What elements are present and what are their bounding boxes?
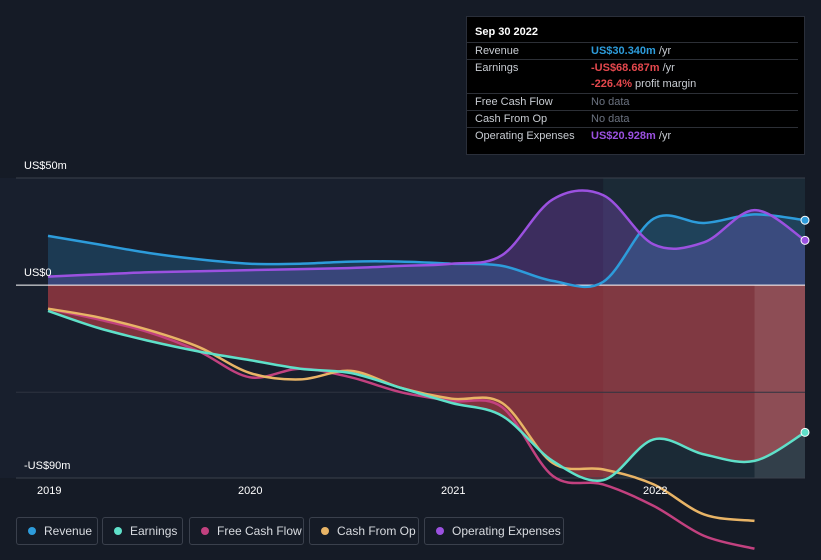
legend-label: Earnings — [130, 524, 178, 538]
tooltip-value-wrap: -US$68.687m /yr — [591, 62, 675, 74]
tooltip-value: No data — [591, 96, 630, 108]
operating-expenses-end-marker — [800, 235, 810, 245]
legend-earnings[interactable]: Earnings — [102, 517, 183, 545]
free-cash-flow-dot-icon — [201, 527, 209, 535]
legend-label: Revenue — [44, 524, 93, 538]
x-tick-2021: 2021 — [441, 485, 466, 497]
legend-label: Free Cash Flow — [217, 524, 302, 538]
tooltip-label: Revenue — [475, 45, 520, 57]
y-axis-zero-label: US$0 — [24, 267, 52, 279]
y-axis-bottom-label: -US$90m — [24, 460, 71, 472]
tooltip-value: -226.4% — [591, 78, 632, 90]
x-tick-2022: 2022 — [643, 485, 668, 497]
tooltip-unit: /yr — [658, 130, 672, 142]
tooltip-value: US$20.928m — [591, 130, 656, 142]
tooltip-date: Sep 30 2022 — [475, 26, 538, 38]
tooltip-unit: /yr — [658, 45, 672, 57]
tooltip-value: -US$68.687m — [591, 62, 660, 74]
tooltip-value-wrap: US$20.928m /yr — [591, 130, 671, 142]
tooltip-panel: Sep 30 2022 Revenue US$30.340m /yr Earni… — [466, 16, 805, 155]
legend-free-cash-flow[interactable]: Free Cash Flow — [189, 517, 304, 545]
y-axis-top-label: US$50m — [24, 160, 67, 172]
tooltip-row-fcf: Free Cash Flow No data — [467, 93, 798, 111]
revenue-end-marker — [800, 215, 810, 225]
x-tick-2019: 2019 — [37, 485, 62, 497]
tooltip-unit: /yr — [662, 62, 675, 74]
tooltip-value-wrap: US$30.340m /yr — [591, 45, 671, 57]
tooltip-row-earnings: Earnings -US$68.687m /yr — [467, 59, 798, 77]
legend-label: Cash From Op — [337, 524, 416, 538]
tooltip-label: Free Cash Flow — [475, 96, 553, 108]
revenue-dot-icon — [28, 527, 36, 535]
cash-from-op-dot-icon — [321, 527, 329, 535]
legend-operating-expenses[interactable]: Operating Expenses — [424, 517, 564, 545]
tooltip-label: Cash From Op — [475, 113, 548, 125]
tooltip-unit: profit margin — [635, 78, 697, 90]
tooltip-value: No data — [591, 113, 630, 125]
tooltip-label: Operating Expenses — [475, 130, 575, 142]
x-tick-2020: 2020 — [238, 485, 263, 497]
earnings-dot-icon — [114, 527, 122, 535]
tooltip-row-cfo: Cash From Op No data — [467, 110, 798, 128]
tooltip-row-margin: -226.4% profit margin — [467, 76, 798, 93]
legend-revenue[interactable]: Revenue — [16, 517, 98, 545]
tooltip-value-wrap: -226.4% profit margin — [591, 78, 696, 90]
legend-cash-from-op[interactable]: Cash From Op — [309, 517, 419, 545]
operating-expenses-dot-icon — [436, 527, 444, 535]
tooltip-label: Earnings — [475, 62, 519, 74]
tooltip-row-opex: Operating Expenses US$20.928m /yr — [467, 127, 798, 145]
legend-label: Operating Expenses — [452, 524, 561, 538]
earnings-end-marker — [800, 427, 810, 437]
tooltip-row-revenue: Revenue US$30.340m /yr — [467, 42, 798, 60]
tooltip-value: US$30.340m — [591, 45, 656, 57]
